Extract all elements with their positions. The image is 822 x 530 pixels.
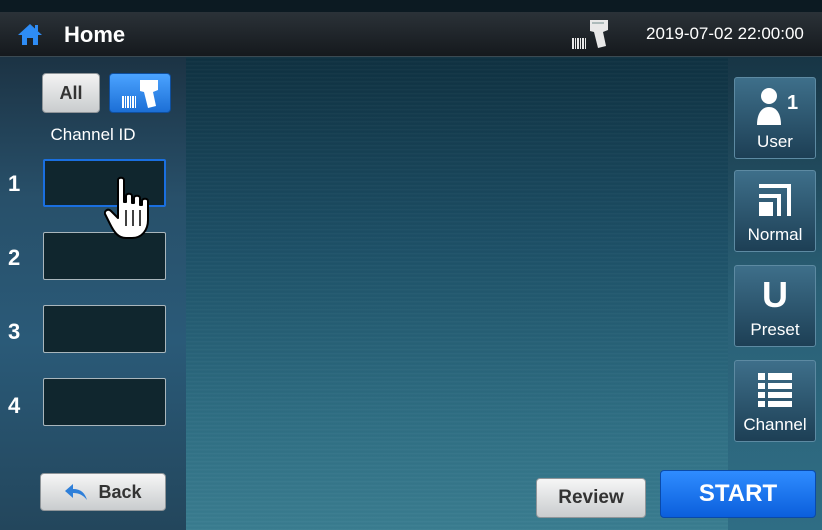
normal-mode-icon [759, 184, 791, 216]
user-count: 1 [787, 92, 799, 114]
normal-mode-button[interactable]: Normal [734, 170, 816, 252]
channel-number-4: 4 [8, 393, 21, 418]
datetime: 2019-07-02 22:00:00 [646, 24, 804, 43]
scan-barcode-button[interactable] [109, 73, 171, 113]
preset-button[interactable]: U Preset [734, 265, 816, 347]
barcode-scanner-icon [122, 80, 158, 108]
back-button[interactable]: Back [40, 473, 166, 511]
normal-label: Normal [747, 225, 803, 244]
barcode-scanner-icon [570, 18, 612, 50]
channel-number-1: 1 [8, 171, 21, 196]
main-area [186, 57, 728, 530]
all-button[interactable]: All [42, 73, 100, 113]
home-icon[interactable] [16, 22, 44, 46]
channel-id-label: Channel ID [50, 125, 136, 144]
right-panel: 1 User Normal U Preset Channel [728, 57, 822, 530]
channel-label: Channel [743, 415, 807, 434]
user-button[interactable]: 1 User [734, 77, 816, 159]
start-button[interactable]: START [660, 470, 816, 518]
channel-3-input[interactable] [43, 305, 166, 353]
channel-2-input[interactable] [43, 232, 166, 280]
channel-number-3: 3 [8, 319, 21, 344]
top-bar: Home 2019-07-02 22:00:00 [0, 12, 822, 57]
back-arrow-icon [65, 484, 88, 500]
screen: Home 2019-07-02 22:00:00 All Channel ID … [0, 0, 822, 530]
back-label: Back [98, 481, 142, 502]
channel-button[interactable]: Channel [734, 360, 816, 442]
preset-label: Preset [750, 320, 800, 339]
page-title: Home [64, 22, 126, 47]
channel-number-2: 2 [8, 245, 21, 270]
list-icon [758, 373, 792, 407]
preset-icon: U [762, 274, 788, 315]
left-panel: All Channel ID 1 2 3 4 Back [0, 57, 186, 530]
review-button[interactable]: Review [536, 478, 646, 518]
channel-1-input[interactable] [43, 159, 166, 207]
channel-4-input[interactable] [43, 378, 166, 426]
user-label: User [757, 132, 793, 151]
